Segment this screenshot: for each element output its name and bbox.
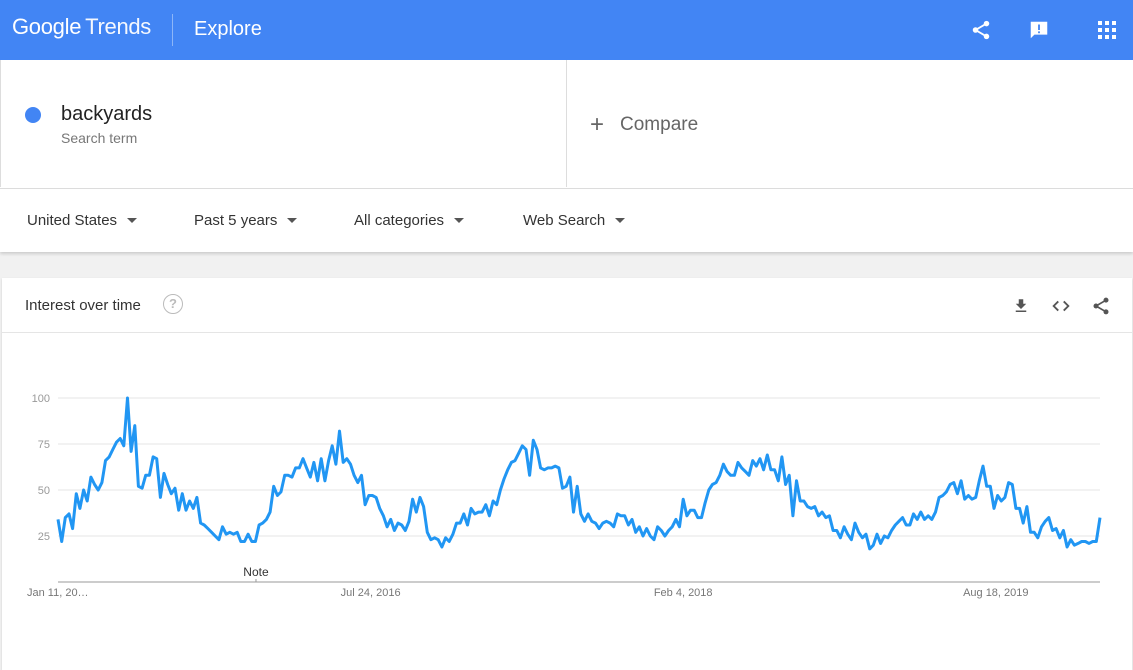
embed-icon[interactable]: [1049, 294, 1073, 318]
apps-icon[interactable]: [1093, 16, 1121, 44]
y-tick-label: 25: [38, 531, 50, 543]
top-app-bar: Google Trends Explore: [0, 0, 1133, 60]
search-term-name[interactable]: backyards: [61, 103, 152, 126]
page-title: Explore: [194, 18, 262, 40]
card-header: Interest over time ?: [2, 278, 1132, 333]
x-tick-label: Jul 24, 2016: [341, 587, 401, 599]
logo-trends-text: Trends: [85, 14, 152, 39]
y-tick-label: 75: [38, 439, 50, 451]
interest-over-time-card: Interest over time ? 25 50 75 100 Jan 11, 2…: [2, 278, 1132, 670]
period-dropdown[interactable]: Past 5 years: [194, 212, 298, 229]
x-tick-label: Feb 4, 2018: [654, 587, 713, 599]
interest-line-chart[interactable]: 25 50 75 100 Jan 11, 20… Jul 24, 2016 Feb 4, …: [2, 332, 1132, 670]
x-tick-label: Aug 18, 2019: [963, 587, 1028, 599]
search-term-type: Search term: [61, 130, 138, 146]
download-icon[interactable]: [1009, 294, 1033, 318]
note-annotation[interactable]: Note: [243, 565, 269, 579]
feedback-icon[interactable]: [1025, 16, 1053, 44]
compare-label: Compare: [620, 114, 699, 135]
plus-icon: +: [590, 111, 605, 138]
share-icon[interactable]: [1089, 294, 1113, 318]
category-dropdown[interactable]: All categories: [354, 212, 465, 229]
header-divider: [172, 14, 173, 46]
card-title: Interest over time: [25, 297, 141, 314]
x-tick-label: Jan 11, 20…: [27, 587, 89, 599]
period-label: Past 5 years: [194, 212, 278, 229]
region-label: United States: [27, 212, 118, 229]
caret-down-icon: [287, 218, 298, 223]
term-color-dot: [25, 107, 41, 123]
logo-google-text: Google: [12, 14, 82, 39]
y-tick-label: 50: [38, 485, 50, 497]
caret-down-icon: [615, 218, 626, 223]
caret-down-icon: [127, 218, 138, 223]
help-icon[interactable]: ?: [163, 294, 183, 314]
y-tick-label: 100: [32, 393, 50, 405]
search-type-dropdown[interactable]: Web Search: [523, 212, 626, 229]
series-line-backyards[interactable]: [56, 396, 1102, 551]
search-term-row: backyards Search term + Compare: [0, 60, 1133, 189]
search-term-card[interactable]: backyards Search term: [0, 60, 567, 187]
caret-down-icon: [454, 218, 465, 223]
compare-button[interactable]: + Compare: [590, 111, 699, 138]
google-trends-logo[interactable]: Google Trends: [12, 14, 151, 40]
region-dropdown[interactable]: United States: [27, 212, 138, 229]
filter-bar: United States Past 5 years All categorie…: [0, 189, 1133, 252]
search-type-label: Web Search: [523, 212, 606, 229]
category-label: All categories: [354, 212, 445, 229]
share-icon[interactable]: [967, 16, 995, 44]
